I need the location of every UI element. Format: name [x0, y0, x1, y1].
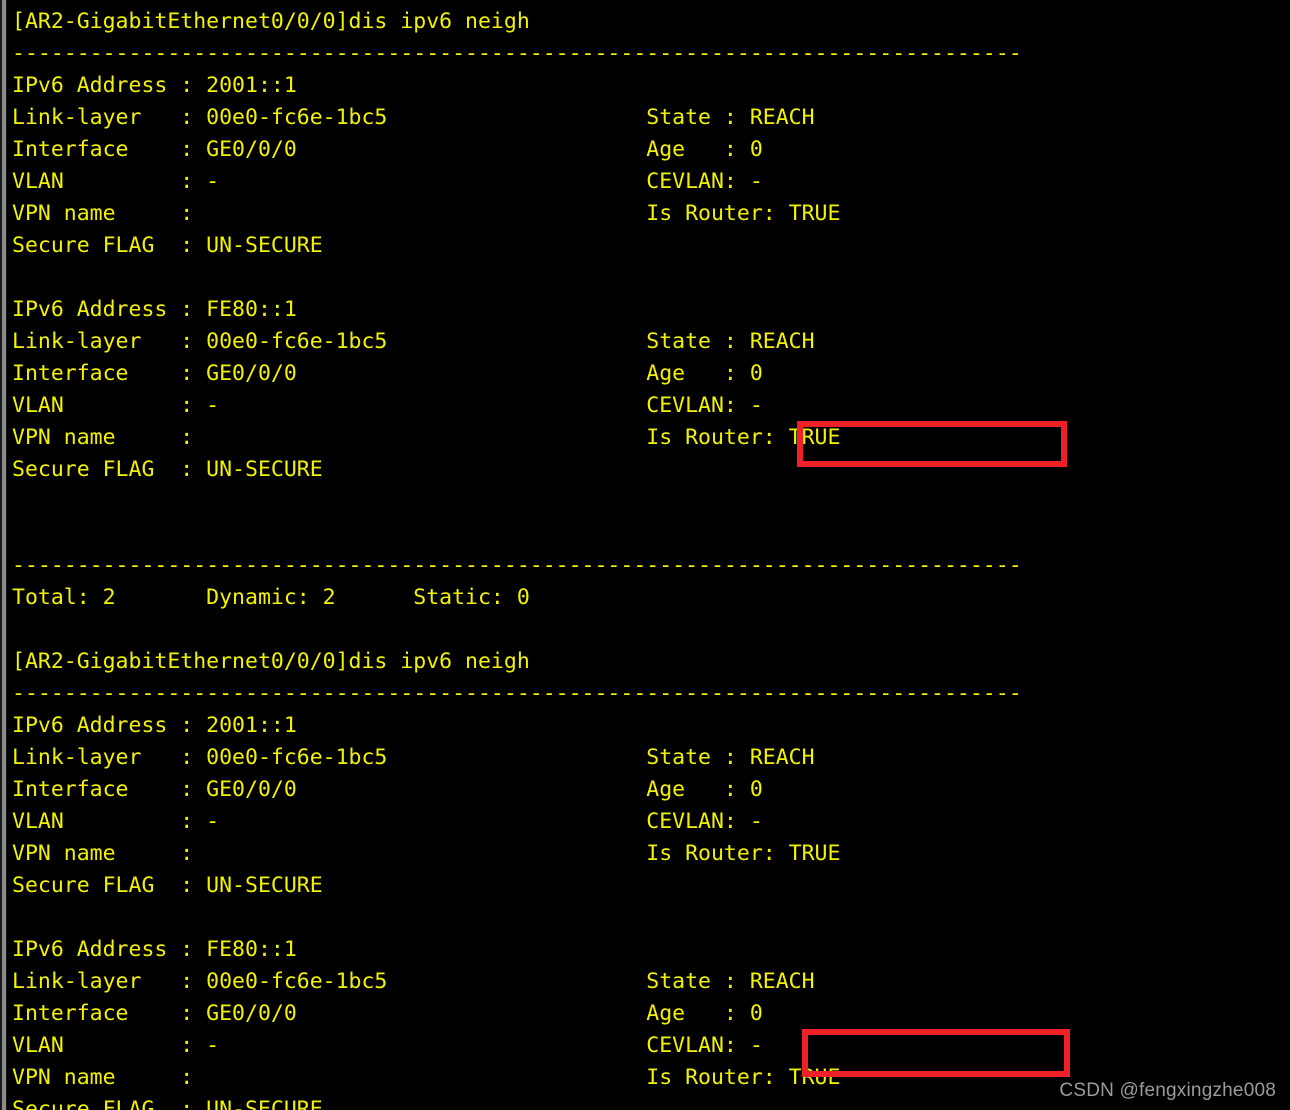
terminal-line-field: VPN name : Is Router: TRUE [12, 841, 841, 866]
terminal-scrollbar-rail[interactable] [0, 0, 8, 1110]
terminal-line-field: Secure FLAG : UN-SECURE [12, 873, 323, 898]
terminal-line-field: IPv6 Address : 2001::1 [12, 73, 297, 98]
csdn-watermark: CSDN @fengxingzhe008 [1059, 1080, 1276, 1101]
terminal-line-field: VPN name : Is Router: TRUE [12, 201, 841, 226]
terminal-line-field: Secure FLAG : UN-SECURE [12, 233, 323, 258]
terminal-line-field: Link-layer : 00e0-fc6e-1bc5 State : REAC… [12, 329, 815, 354]
terminal-line-prompt: [AR2-GigabitEthernet0/0/0]dis ipv6 neigh [12, 649, 530, 674]
terminal-line-field: VLAN : - CEVLAN: - [12, 1033, 763, 1058]
terminal-line-field: VLAN : - CEVLAN: - [12, 809, 763, 834]
terminal-line-field: Link-layer : 00e0-fc6e-1bc5 State : REAC… [12, 105, 815, 130]
terminal-line-summary: Total: 2 Dynamic: 2 Static: 0 [12, 585, 530, 610]
terminal-line-separator: ----------------------------------------… [12, 681, 1022, 706]
terminal-line-field: VPN name : Is Router: TRUE [12, 425, 841, 450]
terminal-line-field: Interface : GE0/0/0 Age : 0 [12, 361, 763, 386]
terminal-line-prompt: [AR2-GigabitEthernet0/0/0]dis ipv6 neigh [12, 9, 530, 34]
terminal-line-field: Link-layer : 00e0-fc6e-1bc5 State : REAC… [12, 969, 815, 994]
terminal-line-field: IPv6 Address : FE80::1 [12, 297, 297, 322]
terminal-window: [AR2-GigabitEthernet0/0/0]dis ipv6 neigh… [0, 0, 1290, 1110]
terminal-line-field: Interface : GE0/0/0 Age : 0 [12, 777, 763, 802]
terminal-line-field: VLAN : - CEVLAN: - [12, 393, 763, 418]
terminal-line-field: IPv6 Address : 2001::1 [12, 713, 297, 738]
terminal-line-field: IPv6 Address : FE80::1 [12, 937, 297, 962]
terminal-line-field: Link-layer : 00e0-fc6e-1bc5 State : REAC… [12, 745, 815, 770]
terminal-line-field: Secure FLAG : UN-SECURE [12, 457, 323, 482]
terminal-line-field: Interface : GE0/0/0 Age : 0 [12, 137, 763, 162]
terminal-line-field: Interface : GE0/0/0 Age : 0 [12, 1001, 763, 1026]
terminal-line-field: VLAN : - CEVLAN: - [12, 169, 763, 194]
terminal-scrollbar-thumb[interactable] [2, 0, 6, 1110]
terminal-line-separator: ----------------------------------------… [12, 553, 1022, 578]
terminal-output: [AR2-GigabitEthernet0/0/0]dis ipv6 neigh… [12, 6, 1282, 1110]
terminal-line-separator: ----------------------------------------… [12, 41, 1022, 66]
